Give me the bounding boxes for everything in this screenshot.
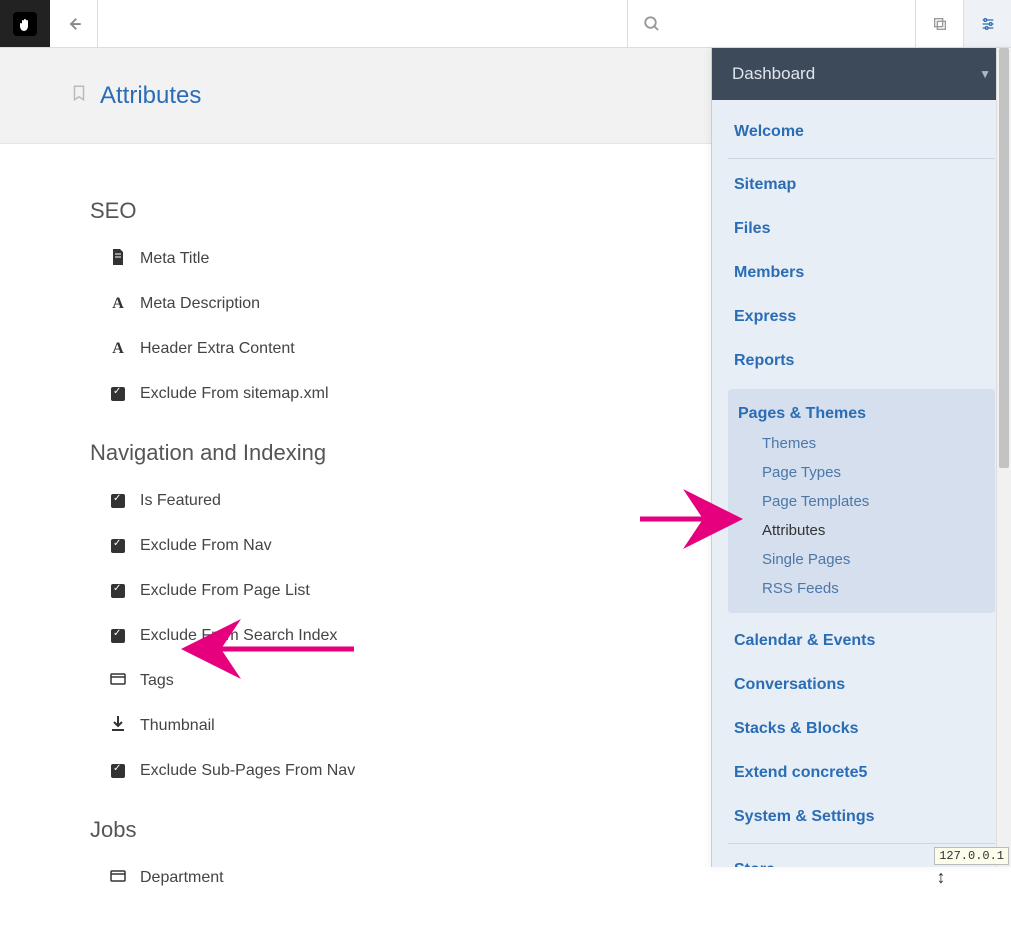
copy-button[interactable] (915, 0, 963, 47)
tags-icon (108, 672, 128, 690)
panel-section-pages-themes: Pages & ThemesThemesPage TypesPage Templ… (728, 389, 995, 613)
search-icon (643, 15, 661, 33)
check-icon (108, 627, 128, 644)
panel-title: Dashboard (732, 64, 815, 84)
panel-sublink-themes[interactable]: Themes (738, 429, 985, 458)
page-title-wrap: Attributes (70, 82, 201, 110)
panel-link-stacks-blocks[interactable]: Stacks & Blocks (728, 707, 995, 751)
panel-sublink-single-pages[interactable]: Single Pages (738, 545, 985, 574)
panel-body: Welcome SitemapFilesMembersExpressReports… (712, 100, 1011, 867)
download-icon (108, 716, 128, 736)
attribute-label: Department (140, 869, 931, 887)
serif-icon: A (108, 295, 128, 313)
panel-sublink-page-templates[interactable]: Page Templates (738, 487, 985, 516)
panel-link-sitemap[interactable]: Sitemap (728, 163, 995, 207)
top-toolbar (0, 0, 1011, 48)
panel-link-express[interactable]: Express (728, 295, 995, 339)
dashboard-panel: Dashboard ▼ WelcomeSitemapFilesMembersEx… (711, 48, 1011, 867)
sliders-icon (980, 16, 996, 32)
settings-button[interactable] (963, 0, 1011, 47)
tags-icon (108, 869, 128, 887)
panel-header[interactable]: Dashboard ▼ (712, 48, 1011, 100)
scrollbar-thumb[interactable] (999, 48, 1009, 468)
toolbar-spacer (98, 0, 627, 47)
toolbar-spacer-right (675, 0, 915, 47)
page-title: Attributes (100, 82, 201, 110)
drag-handle-icon[interactable]: ↕ (931, 867, 951, 888)
panel-link-files[interactable]: Files (728, 207, 995, 251)
bookmark-icon[interactable] (70, 82, 88, 110)
copy-icon (932, 16, 948, 32)
panel-welcome-link[interactable]: Welcome (728, 110, 995, 154)
panel-sublink-page-types[interactable]: Page Types (738, 458, 985, 487)
logo-button[interactable] (0, 0, 50, 47)
status-ip: 127.0.0.1 (934, 847, 1009, 865)
panel-link-members[interactable]: Members (728, 251, 995, 295)
check-icon (108, 492, 128, 509)
panel-sublink-attributes[interactable]: Attributes (738, 516, 985, 545)
panel-link-pages-themes[interactable]: Pages & Themes (738, 399, 985, 429)
chevron-down-icon: ▼ (979, 67, 991, 81)
divider (728, 158, 995, 159)
panel-link-reports[interactable]: Reports (728, 339, 995, 383)
check-icon (108, 537, 128, 554)
hand-icon (13, 12, 37, 36)
panel-link-system-settings[interactable]: System & Settings (728, 795, 995, 839)
panel-link-extend-concrete5[interactable]: Extend concrete5 (728, 751, 995, 795)
check-icon (108, 582, 128, 599)
search-button[interactable] (627, 0, 675, 47)
panel-link-conversations[interactable]: Conversations (728, 663, 995, 707)
back-button[interactable] (50, 0, 98, 47)
divider (728, 843, 995, 844)
check-icon (108, 385, 128, 402)
panel-sublink-rss-feeds[interactable]: RSS Feeds (738, 574, 985, 603)
scrollbar-track[interactable] (996, 48, 1011, 867)
file-icon (108, 249, 128, 269)
serif-icon: A (108, 340, 128, 358)
panel-link-calendar-events[interactable]: Calendar & Events (728, 619, 995, 663)
check-icon (108, 762, 128, 779)
